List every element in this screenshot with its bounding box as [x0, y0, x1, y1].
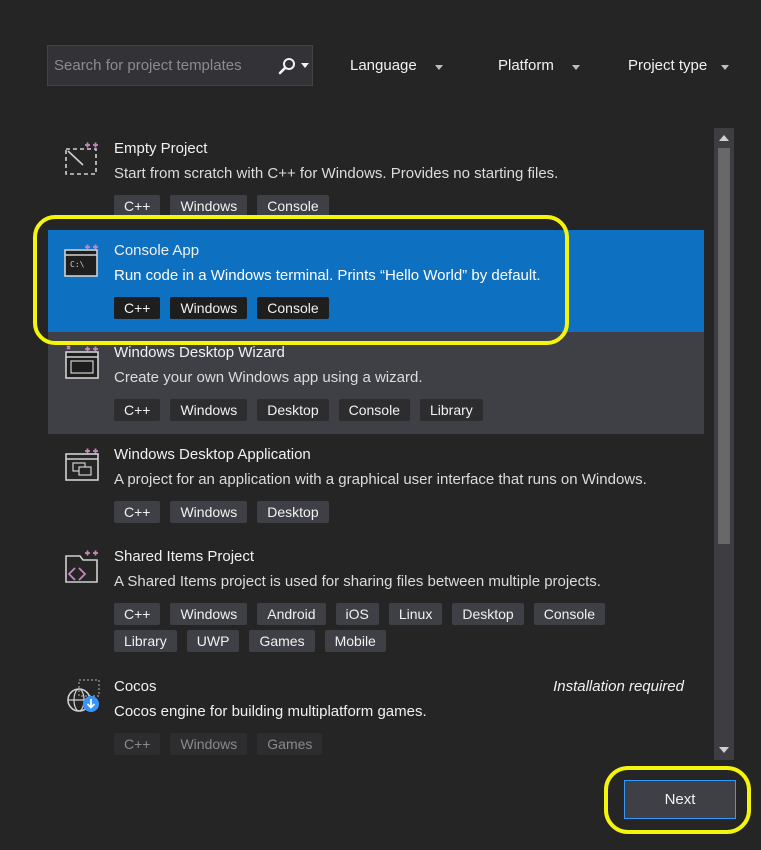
tag: C++: [114, 501, 161, 523]
tag: Console: [257, 297, 329, 319]
project-type-filter[interactable]: Project type: [628, 45, 730, 86]
template-tags: C++ Windows Desktop: [114, 501, 674, 523]
template-item-empty-project[interactable]: Empty Project Start from scratch with C+…: [48, 128, 704, 230]
project-type-filter-label: Project type: [628, 57, 708, 74]
svg-text:C:\: C:\: [70, 260, 85, 269]
tag: Windows: [170, 195, 248, 217]
scroll-down-arrow-icon[interactable]: [714, 742, 734, 758]
template-title: Empty Project: [114, 140, 208, 157]
empty-project-icon: [63, 140, 101, 176]
desktop-application-icon: [63, 446, 101, 482]
shared-items-icon: [63, 548, 101, 584]
tag: Console: [338, 399, 410, 421]
template-description: Run code in a Windows terminal. Prints “…: [114, 267, 541, 284]
console-app-icon: C:\: [63, 242, 101, 278]
tag: Windows: [170, 733, 248, 755]
template-tags: C++ Windows Android iOS Linux Desktop Co…: [114, 603, 674, 652]
tag: C++: [114, 733, 161, 755]
tag: Console: [257, 195, 329, 217]
tag: C++: [114, 399, 161, 421]
tag: Mobile: [324, 630, 386, 652]
template-title: Cocos: [114, 678, 157, 695]
template-item-windows-desktop-wizard[interactable]: Windows Desktop Wizard Create your own W…: [48, 332, 704, 434]
template-title: Shared Items Project: [114, 548, 255, 565]
scrollbar-thumb[interactable]: [718, 148, 730, 544]
template-tags: C++ Windows Console: [114, 195, 674, 217]
chevron-down-icon: [434, 57, 443, 74]
template-description: Start from scratch with C++ for Windows.…: [114, 165, 559, 182]
tag: Library: [420, 399, 483, 421]
template-tags: C++ Windows Games: [114, 733, 674, 755]
search-input[interactable]: [48, 46, 276, 85]
next-button[interactable]: Next: [624, 780, 736, 819]
template-list: Empty Project Start from scratch with C+…: [48, 128, 704, 760]
platform-filter-label: Platform: [498, 57, 554, 74]
template-item-console-app[interactable]: C:\ Console App Run code in a Windows te…: [48, 230, 704, 332]
tag: UWP: [186, 630, 240, 652]
tag: Windows: [170, 603, 248, 625]
tag: iOS: [335, 603, 379, 625]
tag: Android: [257, 603, 326, 625]
tag: Library: [114, 630, 177, 652]
tag: Windows: [170, 297, 248, 319]
cocos-globe-download-icon: [63, 678, 101, 714]
language-filter-label: Language: [350, 57, 417, 74]
platform-filter[interactable]: Platform: [498, 45, 580, 86]
tag: C++: [114, 603, 161, 625]
template-list-scrollbar[interactable]: [714, 128, 734, 760]
search-icon[interactable]: [276, 46, 298, 85]
tag: Windows: [170, 501, 248, 523]
tag: Desktop: [257, 501, 329, 523]
template-item-shared-items-project[interactable]: Shared Items Project A Shared Items proj…: [48, 536, 704, 666]
tag: Games: [249, 630, 315, 652]
search-options-caret-icon[interactable]: [298, 46, 312, 85]
tag: Games: [257, 733, 323, 755]
tag: Desktop: [257, 399, 329, 421]
template-description: A project for an application with a grap…: [114, 471, 647, 488]
chevron-down-icon: [571, 57, 580, 74]
desktop-wizard-icon: [63, 344, 101, 380]
tag: Windows: [170, 399, 248, 421]
template-title: Console App: [114, 242, 200, 259]
template-description: Cocos engine for building multiplatform …: [114, 703, 427, 720]
chevron-down-icon: [721, 57, 730, 74]
template-description: Create your own Windows app using a wiza…: [114, 369, 423, 386]
tag: Desktop: [452, 603, 524, 625]
template-title: Windows Desktop Wizard: [114, 344, 285, 361]
template-item-cocos[interactable]: Cocos Installation required Cocos engine…: [48, 666, 704, 760]
template-item-windows-desktop-application[interactable]: Windows Desktop Application A project fo…: [48, 434, 704, 536]
template-title: Windows Desktop Application: [114, 446, 311, 463]
scroll-up-arrow-icon[interactable]: [714, 130, 734, 146]
template-description: A Shared Items project is used for shari…: [114, 573, 601, 590]
template-tags: C++ Windows Desktop Console Library: [114, 399, 674, 421]
template-tags: C++ Windows Console: [114, 297, 674, 319]
tag: Console: [533, 603, 606, 625]
installation-required-note: Installation required: [553, 678, 684, 695]
tag: Linux: [388, 603, 443, 625]
language-filter[interactable]: Language: [350, 45, 443, 86]
tag: C++: [114, 195, 161, 217]
tag: C++: [114, 297, 161, 319]
template-search: [47, 45, 313, 86]
